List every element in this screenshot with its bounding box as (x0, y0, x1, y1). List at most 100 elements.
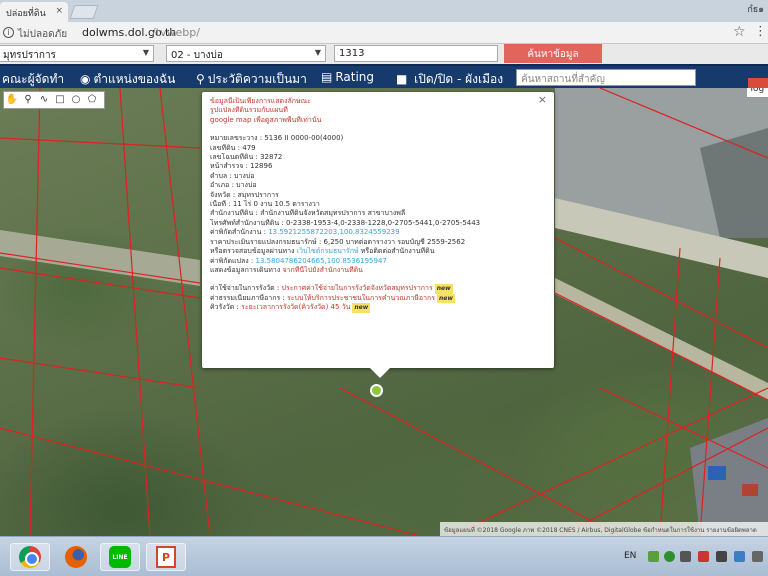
fee-line: ค่าใช้จ่ายในการรังวัด : ประกาศค่าใช้จ่าย… (210, 284, 453, 294)
field-value: 6,250 บาทต่อตารางวา รอบบัญชี 2559-2562 (323, 237, 466, 246)
rectangle-icon[interactable]: □ (53, 93, 67, 107)
tray-icon[interactable] (698, 551, 709, 562)
province-select[interactable]: มุทรปราการ ▼ (0, 45, 154, 62)
field-label: เนื้อที่ (210, 200, 226, 209)
field-value: 0-2338-1953-4,0-2338-1228,0-2705-5441,0-… (285, 218, 481, 227)
nav-item-city-plan-toggle[interactable]: ■ เปิด/ปิด - ผังเมือง (396, 70, 503, 89)
nav-item-rating[interactable]: ▤ Rating (321, 70, 374, 84)
field-label: โทรศัพท์สำนักงานที่ดิน (210, 218, 280, 227)
survey-fee-link[interactable]: ประกาศค่าใช้จ่ายในการรังวัดจังหวัดสมุทรป… (282, 284, 433, 292)
popup-field: หน้าสำรวจ : 12896 (210, 162, 273, 171)
taskbar-chrome[interactable] (10, 543, 50, 571)
popup-field: เนื้อที่ : 11 ไร่ 0 งาน 10.5 ตารางวา (210, 200, 320, 209)
landmark-search-input[interactable]: ค้นหาสถานที่สำคัญ (516, 69, 696, 86)
field-label: สำนักงานที่ดิน (210, 209, 254, 218)
square-icon: ■ (396, 72, 408, 86)
tab-close-icon[interactable]: × (55, 6, 63, 16)
browser-tabstrip: ปล่อยที่ดิน × กํธ๑ (0, 0, 768, 22)
popup-field: ตำบล : บางบ่อ (210, 171, 255, 180)
nav-label: Rating (335, 70, 375, 84)
url-path[interactable]: /tvwebp/ (152, 26, 200, 39)
province-value: มุทรปราการ (3, 50, 56, 61)
search-button[interactable]: ค้นหาข้อมูล (504, 44, 602, 63)
office-coordinates-link[interactable]: 13.5921255872203,100.8324559239 (268, 228, 399, 236)
window-controls[interactable]: กํธ๑ (747, 2, 764, 16)
menu-icon[interactable]: ⋮ (754, 24, 767, 39)
new-badge: new (352, 303, 371, 313)
verify-line: หรือตรวจสอบข้อมูลผ่านทาง เว็บไซต์กรมธนาร… (210, 247, 546, 256)
survey-queue-link[interactable]: ระยะเวลาการรังวัด(คิวรังวัด) 45 วัน (241, 303, 350, 311)
field-label: ราคาประเมินรายแปลงกรมธนารักษ์ (210, 237, 317, 246)
popup-field: อำเภอ : บางบ่อ (210, 181, 257, 190)
tray-icon[interactable] (680, 551, 691, 562)
map-type-toggle[interactable]: Tog (746, 88, 768, 98)
close-icon[interactable]: × (538, 94, 547, 105)
fee-label: ค่าธรรมเนียมภาษีอากร (210, 293, 281, 302)
field-label: ค่าพิกัดแปลง (210, 256, 249, 265)
map-attribution: ข้อมูลแผนที่ ©2018 Google ภาพ ©2018 CNES… (440, 522, 768, 536)
field-label: ค่าพิกัดสำนักงาน (210, 228, 262, 237)
tray-icon[interactable] (664, 551, 675, 562)
google-map-note: เพื่อดูสภาพพื้นที่เท่านั้น (251, 115, 322, 124)
drawing-toolbar: ✋ ⚲ ∿ □ ○ ⬠ (3, 91, 105, 109)
popup-disclaimer: ข้อมูลนี้เป็นเพียงการแสดงลักษณะ (210, 97, 311, 105)
browser-tab[interactable]: ปล่อยที่ดิน × (0, 2, 68, 22)
tray-icon[interactable] (752, 551, 763, 562)
field-label: เลขโฉนดที่ดิน (210, 153, 254, 162)
field-value: บางบ่อ (234, 171, 255, 180)
circle-icon[interactable]: ○ (69, 93, 83, 107)
field-value: 12896 (250, 162, 273, 171)
tax-calculator-link[interactable]: ระบบให้บริการประชาชนในการคำนวณภาษีอากร (287, 294, 435, 302)
marker-icon[interactable]: ⚲ (21, 93, 35, 107)
os-taskbar: LINE P EN (0, 536, 768, 576)
route-line: แสดงข้อมูลการเดินทาง จากที่นี่ไปยังสำนัก… (210, 266, 546, 275)
parcel-coordinates-link[interactable]: 13.5804786204665,100.8536195947 (256, 257, 387, 265)
address-bar[interactable]: i ไม่ปลอดภัย dolwms.dol.go.th /tvwebp/ ☆… (0, 22, 768, 44)
field-value: บางบ่อ (236, 181, 257, 190)
tray-icon[interactable] (648, 551, 659, 562)
input-language[interactable]: EN (624, 551, 636, 561)
route-link[interactable]: จากที่นี่ไปยังสำนักงานที่ดิน (283, 266, 363, 274)
popup-field: จังหวัด : สมุทรปราการ (210, 190, 279, 199)
new-tab-button[interactable] (69, 5, 99, 19)
line-icon[interactable]: ∿ (37, 93, 51, 107)
field-label: เลขที่ดิน (210, 143, 236, 152)
tray-icon[interactable] (734, 551, 745, 562)
star-icon[interactable]: ☆ (733, 24, 746, 40)
main-navbar: คณะผู้จัดทำ ◉ ตำแหน่งของฉัน ⚲ ประวัติความเ… (0, 64, 768, 90)
verify-prefix: หรือตรวจสอบข้อมูลผ่านทาง (210, 247, 295, 256)
taskbar-powerpoint[interactable]: P (146, 543, 186, 571)
field-value: 5136 II 0000-00(4000) (264, 134, 344, 143)
parcel-number-value: 1313 (339, 48, 365, 59)
taskbar-firefox[interactable] (56, 543, 96, 571)
popup-field: เลขที่ดิน : 479 (210, 143, 256, 152)
fee-line: ค่าธรรมเนียมภาษีอากร : ระบบให้บริการประช… (210, 293, 455, 304)
appraisal-price: ราคาประเมินรายแปลงกรมธนารักษ์ : 6,250 บา… (210, 237, 466, 246)
rating-icon: ▤ (321, 70, 333, 84)
polygon-icon[interactable]: ⬠ (85, 93, 99, 107)
district-select[interactable]: 02 - บางบ่อ ▼ (166, 45, 326, 62)
field-label: ตำบล (210, 171, 228, 180)
nav-item-history[interactable]: ⚲ ประวัติความเป็นมา (196, 70, 307, 89)
popup-field: โทรศัพท์สำนักงานที่ดิน : 0-2338-1953-4,0… (210, 218, 481, 227)
google-map-label: google map (210, 115, 252, 124)
nav-label: ตำแหน่งของฉัน (93, 72, 176, 86)
nav-item-team[interactable]: คณะผู้จัดทำ (2, 70, 64, 89)
hand-icon[interactable]: ✋ (5, 93, 19, 107)
nav-label: คณะผู้จัดทำ (2, 72, 65, 86)
house-roof (742, 484, 758, 496)
info-icon[interactable]: i (3, 27, 14, 38)
nav-item-my-location[interactable]: ◉ ตำแหน่งของฉัน (80, 70, 175, 89)
field-value: สำนักงานที่ดินจังหวัดสมุทรปราการ สาขาบาง… (260, 209, 406, 218)
location-pin-icon[interactable] (370, 384, 383, 397)
popup-disclaimer: รูปแปลงที่ดินรวมกับแผนที่ (210, 106, 288, 115)
parcel-number-input[interactable]: 1313 (334, 45, 498, 62)
fee-label: ค่าใช้จ่ายในการรังวัด (210, 284, 275, 293)
treasury-website-link[interactable]: เว็บไซต์กรมธนารักษ์ (297, 247, 359, 255)
road (555, 278, 768, 400)
taskbar-line[interactable]: LINE (100, 543, 140, 571)
parcel-coordinates: ค่าพิกัดแปลง : 13.5804786204665,100.8536… (210, 256, 387, 265)
chrome-icon (19, 546, 41, 568)
tray-icon[interactable] (716, 551, 727, 562)
location-icon: ◉ (80, 72, 91, 86)
